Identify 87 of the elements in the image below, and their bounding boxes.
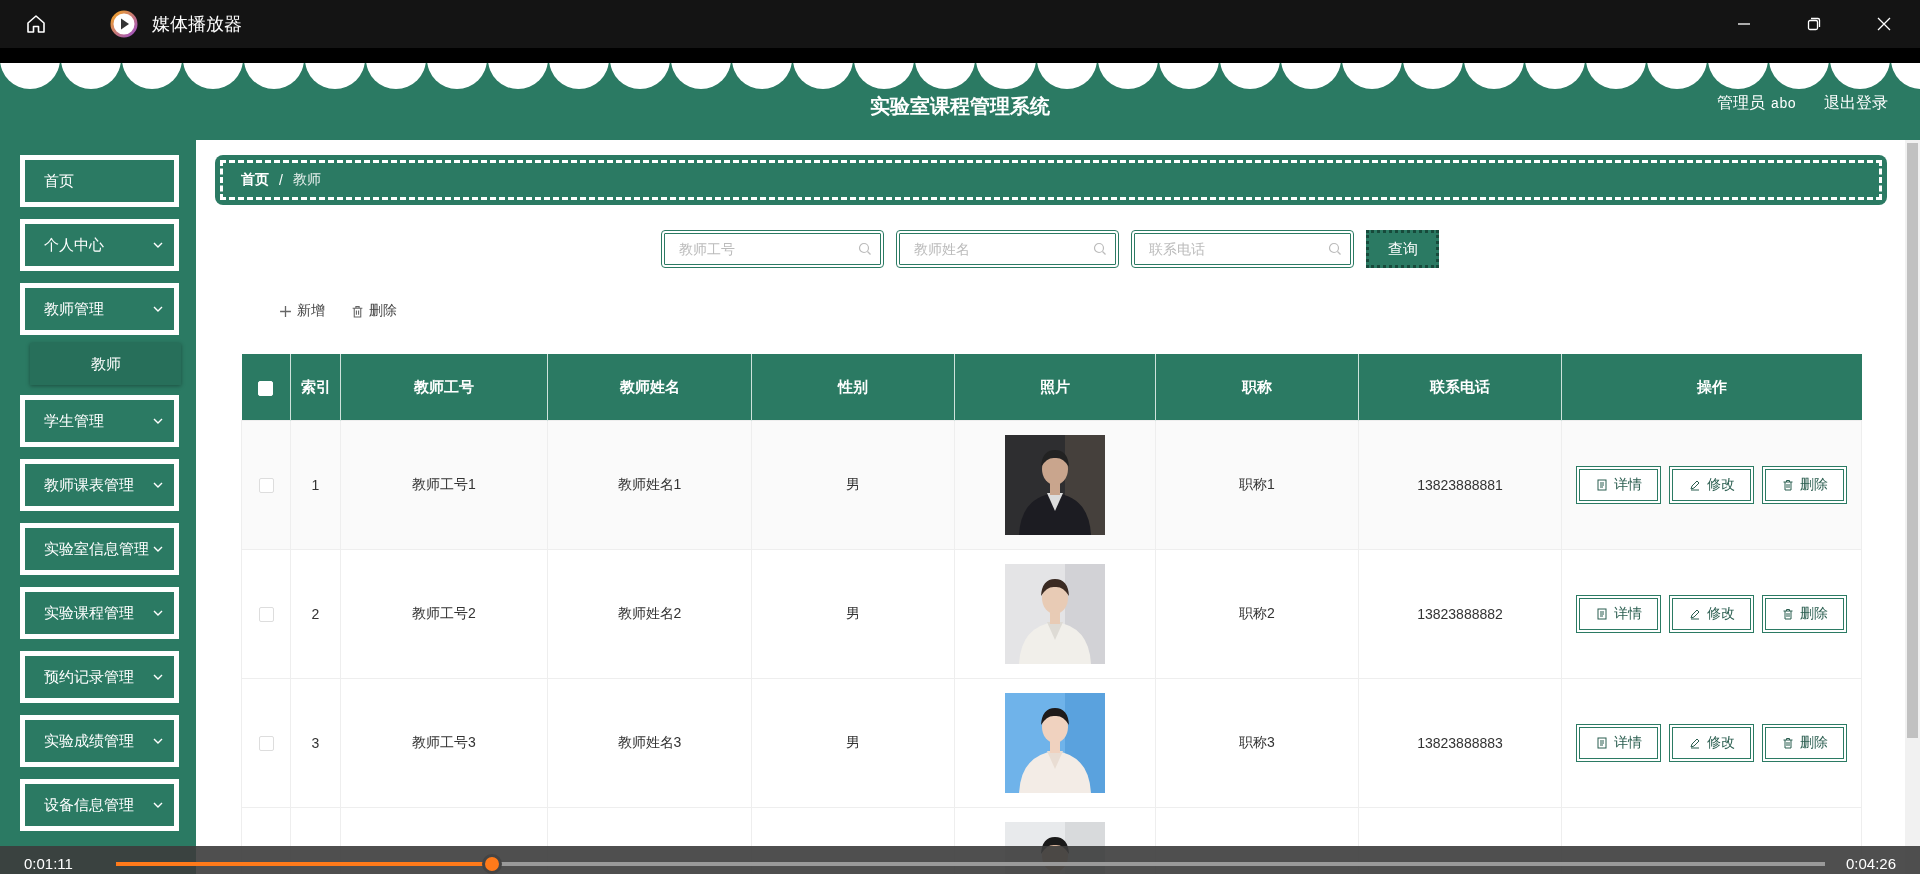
system-title: 实验室课程管理系统 xyxy=(870,95,1050,117)
table-cell: 男 xyxy=(846,605,860,621)
column-header: 教师工号 xyxy=(414,378,474,395)
column-header: 操作 xyxy=(1696,378,1727,395)
table-cell: 1 xyxy=(311,477,320,493)
document-icon xyxy=(1595,737,1608,749)
delete-button[interactable]: 删除 xyxy=(1762,466,1847,504)
table-cell: 3 xyxy=(311,735,320,751)
table-cell: 2 xyxy=(311,606,320,622)
details-button[interactable]: 详情 xyxy=(1576,595,1661,633)
search-icon xyxy=(1093,242,1107,256)
column-header: 联系电话 xyxy=(1430,378,1490,395)
row-checkbox[interactable] xyxy=(258,478,274,494)
table-cell: 13823888882 xyxy=(1417,606,1503,622)
column-header: 性别 xyxy=(838,378,868,395)
edit-button[interactable]: 修改 xyxy=(1669,724,1754,762)
trash-icon xyxy=(1781,737,1794,749)
search-icon xyxy=(1328,242,1342,256)
table-cell: 职称3 xyxy=(1239,734,1275,750)
sidebar-item[interactable]: 教师管理 xyxy=(20,283,179,335)
table-cell: 教师工号1 xyxy=(412,476,476,492)
elapsed-time: 0:01:11 xyxy=(24,855,73,872)
delete-button[interactable]: 删除 xyxy=(351,302,397,320)
minimize-icon xyxy=(1735,23,1753,25)
trash-icon xyxy=(1781,608,1794,620)
scrollbar[interactable] xyxy=(1907,143,1918,738)
details-button[interactable]: 详情 xyxy=(1576,466,1661,504)
sidebar-item[interactable]: 设备信息管理 xyxy=(20,779,179,831)
play-logo-icon xyxy=(110,10,138,38)
select-all-checkbox[interactable] xyxy=(258,380,274,396)
row-checkbox[interactable] xyxy=(258,607,274,623)
edit-button[interactable]: 修改 xyxy=(1669,466,1754,504)
total-time: 0:04:26 xyxy=(1845,855,1896,872)
query-button[interactable]: 查询 xyxy=(1366,230,1439,268)
table-cell: 13823888883 xyxy=(1417,735,1503,751)
trash-icon xyxy=(351,304,364,318)
document-icon xyxy=(1595,479,1608,491)
username: abo xyxy=(1770,95,1796,112)
restore-icon xyxy=(1805,15,1823,33)
search-icon xyxy=(858,242,872,256)
breadcrumb-separator: / xyxy=(279,172,283,188)
sidebar-item[interactable]: 实验室信息管理 xyxy=(20,523,179,575)
logout-link[interactable]: 退出登录 xyxy=(1824,93,1888,114)
sidebar-subitem[interactable]: 教师 xyxy=(30,343,181,385)
sidebar-item[interactable]: 教师课表管理 xyxy=(20,459,179,511)
edit-button[interactable]: 修改 xyxy=(1669,595,1754,633)
sidebar-item[interactable]: 实验课程管理 xyxy=(20,587,179,639)
column-header: 教师姓名 xyxy=(619,378,680,395)
table-cell: 教师工号2 xyxy=(412,605,476,621)
sidebar-item[interactable]: 首页 xyxy=(20,155,179,207)
trash-icon xyxy=(1781,479,1794,491)
table-cell: 男 xyxy=(846,476,860,492)
document-icon xyxy=(1595,608,1608,620)
sidebar-item[interactable]: 预约记录管理 xyxy=(20,651,179,703)
home-icon[interactable] xyxy=(24,12,48,36)
table-cell: 教师姓名2 xyxy=(617,605,682,621)
search-field[interactable]: 教师姓名 xyxy=(896,230,1119,268)
table-cell: 男 xyxy=(846,734,860,750)
sidebar-item[interactable]: 学生管理 xyxy=(20,395,179,447)
close-icon xyxy=(1875,15,1893,33)
pencil-icon xyxy=(1688,479,1701,491)
plus-icon xyxy=(279,304,292,318)
app-title: 媒体播放器 xyxy=(152,13,242,36)
column-header: 照片 xyxy=(1040,378,1070,395)
search-field[interactable]: 联系电话 xyxy=(1131,230,1354,268)
table-cell: 教师姓名1 xyxy=(617,476,682,492)
table-cell: 13823888881 xyxy=(1417,477,1503,493)
sidebar-item[interactable]: 个人中心 xyxy=(20,219,179,271)
progress-handle[interactable] xyxy=(481,854,502,874)
column-header: 职称 xyxy=(1242,378,1272,395)
sidebar-item[interactable]: 实验成绩管理 xyxy=(20,715,179,767)
breadcrumb-link[interactable]: 首页 xyxy=(241,171,269,189)
column-header: 索引 xyxy=(300,378,331,395)
breadcrumb-link[interactable]: 教师 xyxy=(292,171,321,189)
user-role: 管理员 xyxy=(1716,93,1765,113)
table-cell: 职称1 xyxy=(1239,476,1275,492)
table-cell: 教师姓名3 xyxy=(617,734,682,750)
table-cell: 职称2 xyxy=(1239,605,1275,621)
delete-button[interactable]: 删除 xyxy=(1762,724,1847,762)
add-button[interactable]: 新增 xyxy=(279,302,325,320)
search-field[interactable]: 教师工号 xyxy=(661,230,884,268)
table-cell: 教师工号3 xyxy=(412,734,476,750)
row-checkbox[interactable] xyxy=(258,736,274,752)
delete-button[interactable]: 删除 xyxy=(1762,595,1847,633)
pencil-icon xyxy=(1688,737,1701,749)
details-button[interactable]: 详情 xyxy=(1576,724,1661,762)
pencil-icon xyxy=(1688,608,1701,620)
